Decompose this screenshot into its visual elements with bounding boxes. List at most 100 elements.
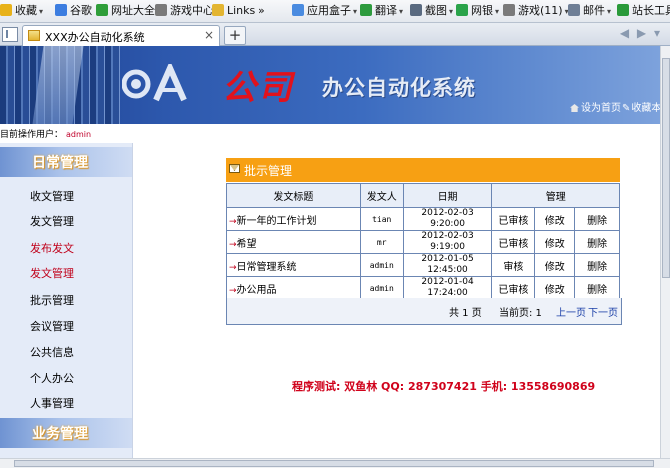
doc-author-cell: mr <box>359 230 404 254</box>
review-status-link[interactable]: 已审核 <box>491 207 536 231</box>
doc-author-cell: tian <box>359 207 404 231</box>
horizontal-scroll-thumb[interactable] <box>14 460 654 467</box>
vertical-scrollbar[interactable] <box>660 46 670 458</box>
bookmark-label: 网址大全 <box>111 4 155 17</box>
tab-scroll-arrows-icon[interactable]: ◀ ▶ ▾ <box>620 26 662 40</box>
set-homepage-link[interactable]: 设为首页 <box>570 99 621 114</box>
bookmark-item[interactable]: 邮件 ▾ <box>568 4 611 18</box>
mail-icon <box>568 4 580 16</box>
add-favorite-link[interactable]: ✎收藏本 <box>622 99 660 114</box>
bookmark-label: 收藏 <box>15 4 37 17</box>
doc-title-cell[interactable]: →日常管理系统 <box>226 253 361 277</box>
bookmark-item[interactable]: » <box>258 4 265 18</box>
delete-link[interactable]: 删除 <box>574 276 620 300</box>
sidebar-menu-item[interactable]: 批示管理 <box>30 292 74 308</box>
envelope-icon <box>229 164 240 173</box>
edit-link[interactable]: 修改 <box>534 276 576 300</box>
bookmark-item[interactable]: Links <box>212 4 255 18</box>
bookmark-item[interactable]: 翻译 ▾ <box>360 4 403 18</box>
bookmark-label: 邮件 <box>583 4 605 17</box>
bookmark-item[interactable]: 网银 ▾ <box>456 4 499 18</box>
prev-page-link[interactable]: 上一页 <box>556 304 586 319</box>
sidebar-menu-item[interactable]: 会议管理 <box>30 318 74 334</box>
sidebar-menu-item[interactable]: 发文管理 <box>30 213 74 229</box>
vertical-scroll-thumb[interactable] <box>662 58 670 278</box>
chevron-down-icon[interactable]: ▾ <box>495 7 499 16</box>
gamepad-icon <box>155 4 167 16</box>
doc-title-link[interactable]: 办公用品 <box>237 285 277 296</box>
doc-title-link[interactable]: 希望 <box>237 239 257 250</box>
scissors-icon <box>410 4 422 16</box>
tab-close-icon[interactable]: × <box>204 28 214 42</box>
review-status-link[interactable]: 审核 <box>491 253 536 277</box>
browser-tab[interactable]: XXX办公自动化系统 × <box>22 25 220 46</box>
doc-title-cell[interactable]: →新一年的工作计划 <box>226 207 361 231</box>
bookmark-item[interactable]: 收藏 ▾ <box>0 4 43 18</box>
page-favicon-icon <box>28 30 40 41</box>
sidebar-menu-item[interactable]: 收文管理 <box>30 188 74 204</box>
next-page-link[interactable]: 下一页 <box>588 304 618 319</box>
system-title: 办公自动化系统 <box>322 76 476 100</box>
delete-link[interactable]: 删除 <box>574 207 620 231</box>
sidebar-section-daily[interactable]: 日常管理 <box>0 147 132 177</box>
bookmark-item[interactable]: 应用盒子 ▾ <box>292 4 357 18</box>
edit-link[interactable]: 修改 <box>534 207 576 231</box>
current-user-label: 目前操作用户： <box>0 130 64 140</box>
sidebar-section-business[interactable]: 业务管理 <box>0 418 132 448</box>
bookmark-label: 网银 <box>471 4 493 17</box>
tools-icon <box>617 4 629 16</box>
edit-link[interactable]: 修改 <box>534 253 576 277</box>
sidebar-menu-item[interactable]: 公共信息 <box>30 344 74 360</box>
bookmark-label: 应用盒子 <box>307 4 351 17</box>
chevron-down-icon[interactable]: ▾ <box>353 7 357 16</box>
bookmark-label: 截图 <box>425 4 447 17</box>
app-box-icon <box>292 4 304 16</box>
page-current: 当前页: 1 <box>499 308 542 319</box>
doc-title-cell[interactable]: →办公用品 <box>226 276 361 300</box>
doc-title-link[interactable]: 日常管理系统 <box>237 262 297 273</box>
delete-link[interactable]: 删除 <box>574 253 620 277</box>
table-row: →办公用品 admin 2012-01-04 17:24:00 已审核 修改 删除 <box>226 276 620 300</box>
bookmark-item[interactable]: 站长工具 <box>617 4 670 18</box>
panel-header: 批示管理 <box>226 158 620 182</box>
review-status-link[interactable]: 已审核 <box>491 276 536 300</box>
chevron-down-icon[interactable]: ▾ <box>39 7 43 16</box>
bookmark-item[interactable]: 网址大全 <box>96 4 155 18</box>
sidebar-menu-item[interactable]: 发布发文 <box>30 240 74 256</box>
bookmark-item[interactable]: 截图 ▾ <box>410 4 453 18</box>
review-status-link[interactable]: 已审核 <box>491 230 536 254</box>
chevron-down-icon[interactable]: ▾ <box>449 7 453 16</box>
bookmark-label: Links <box>227 4 256 17</box>
bookmark-item[interactable]: 游戏(11) ▾ <box>503 4 569 18</box>
doc-date-cell: 2012-01-04 17:24:00 <box>402 276 493 300</box>
table-row: →希望 mr 2012-02-03 9:19:00 已审核 修改 删除 <box>226 230 620 254</box>
chevron-down-icon[interactable]: ▾ <box>607 7 611 16</box>
sidebar-menu-item[interactable]: 人事管理 <box>30 395 74 411</box>
bookmark-bar: 收藏 ▾ 谷歌 网址大全 游戏中心 Links» 应用盒子 ▾ 翻译 ▾ 截图 ▾ 网银 ▾ 游戏(11) ▾… <box>0 0 670 23</box>
bookmark-item[interactable]: 谷歌 <box>55 4 92 18</box>
tab-title: XXX办公自动化系统 <box>45 31 145 44</box>
edit-link[interactable]: 修改 <box>534 230 576 254</box>
sidebar-toggle-icon[interactable] <box>2 27 18 42</box>
sidebar: 日常管理 收文管理 发文管理 发布发文 发文管理 批示管理 会议管理 公共信息 个人办公 人事管… <box>0 143 133 458</box>
delete-link[interactable]: 删除 <box>574 230 620 254</box>
pagination: 共 1 页 当前页: 1 上一页 下一页 <box>226 298 622 325</box>
chevron-down-icon[interactable]: ▾ <box>399 7 403 16</box>
translate-icon <box>360 4 372 16</box>
bookmark-item[interactable]: 游戏中心 <box>155 4 214 18</box>
doc-author-cell: admin <box>359 253 404 277</box>
arrow-right-icon: → <box>229 262 237 273</box>
doc-title-cell[interactable]: →希望 <box>226 230 361 254</box>
new-tab-button[interactable]: + <box>224 26 246 45</box>
folder-icon <box>212 4 224 16</box>
column-header-date: 日期 <box>402 183 493 208</box>
doc-author-cell: admin <box>359 276 404 300</box>
company-title: 公司 <box>222 68 294 108</box>
column-header-title: 发文标题 <box>226 183 361 208</box>
sidebar-menu-item[interactable]: 发文管理 <box>30 265 74 281</box>
home-icon <box>570 104 579 112</box>
doc-title-link[interactable]: 新一年的工作计划 <box>237 216 317 227</box>
bookmark-label: 站长工具 <box>632 4 670 17</box>
sidebar-menu-item[interactable]: 个人办公 <box>30 370 74 386</box>
column-header-author: 发文人 <box>359 183 404 208</box>
